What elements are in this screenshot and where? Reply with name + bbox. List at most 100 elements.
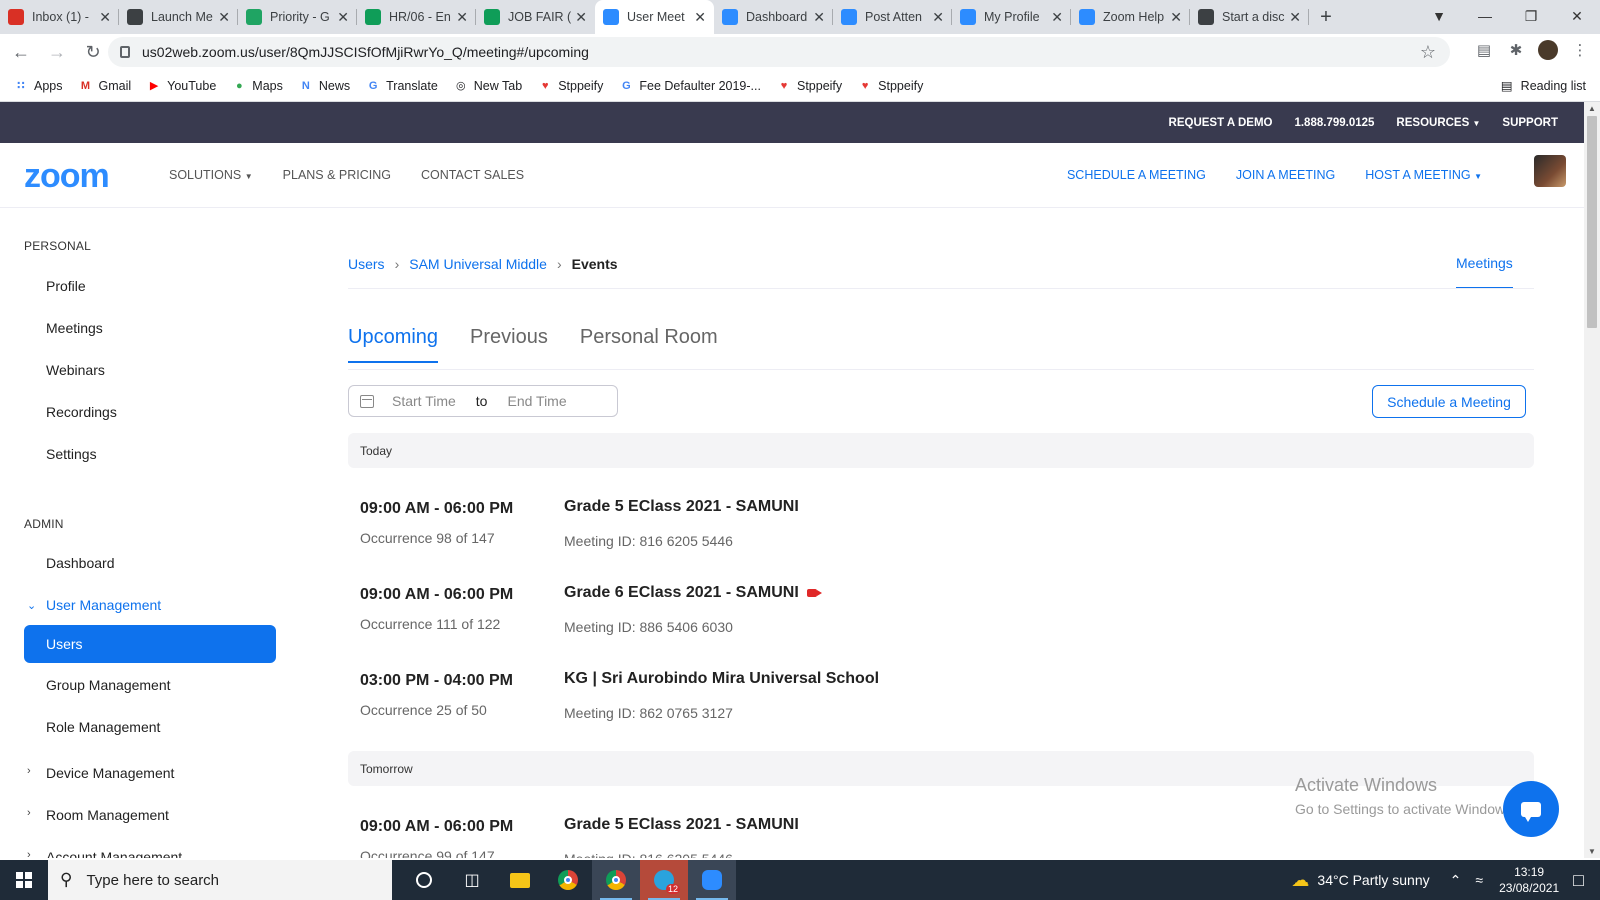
task-view-icon[interactable]: ◫ bbox=[448, 860, 496, 900]
weather-icon[interactable]: ☁ bbox=[1291, 870, 1309, 891]
zoom-app-icon[interactable] bbox=[688, 860, 736, 900]
browser-tab[interactable]: Inbox (1) - ✕ bbox=[0, 0, 119, 34]
chevron-right-icon[interactable]: › bbox=[27, 807, 31, 819]
meeting-title-link[interactable]: KG | Sri Aurobindo Mira Universal School bbox=[564, 670, 879, 688]
close-tab-icon[interactable]: ✕ bbox=[813, 9, 825, 26]
chrome-menu-icon[interactable]: ⋮ bbox=[1570, 40, 1590, 60]
schedule-meeting-link[interactable]: SCHEDULE A MEETING bbox=[1067, 168, 1206, 182]
chevron-down-icon[interactable]: ⌄ bbox=[27, 599, 36, 612]
resources-menu[interactable]: RESOURCES ▼ bbox=[1396, 117, 1480, 129]
chevron-right-icon[interactable]: › bbox=[27, 765, 31, 777]
media-icon[interactable]: ▤ bbox=[1474, 40, 1494, 60]
sidebar-item-profile[interactable]: Profile bbox=[46, 278, 86, 294]
browser-tab[interactable]: Post Atten ✕ bbox=[833, 0, 952, 34]
back-button[interactable]: ← bbox=[6, 37, 36, 67]
chrome-icon[interactable] bbox=[544, 860, 592, 900]
meeting-title-link[interactable]: Grade 6 EClass 2021 - SAMUNI bbox=[564, 584, 822, 602]
support-link[interactable]: SUPPORT bbox=[1502, 117, 1558, 129]
weather-text[interactable]: 34°C Partly sunny bbox=[1317, 872, 1429, 888]
sidebar-item-role-management[interactable]: Role Management bbox=[46, 719, 160, 735]
chevron-right-icon[interactable]: › bbox=[27, 849, 31, 858]
close-tab-icon[interactable]: ✕ bbox=[1170, 9, 1182, 26]
file-explorer-icon[interactable] bbox=[496, 860, 544, 900]
join-meeting-link[interactable]: JOIN A MEETING bbox=[1236, 168, 1335, 182]
close-tab-icon[interactable]: ✕ bbox=[456, 9, 468, 26]
bookmark-star-icon[interactable]: ☆ bbox=[1420, 42, 1436, 63]
profile-avatar[interactable] bbox=[1538, 40, 1558, 60]
close-tab-icon[interactable]: ✕ bbox=[932, 9, 944, 26]
close-tab-icon[interactable]: ✕ bbox=[694, 9, 706, 26]
taskbar-search[interactable]: ⚲ Type here to search bbox=[48, 860, 392, 900]
tab-personal-room[interactable]: Personal Room bbox=[580, 326, 718, 363]
chat-button[interactable] bbox=[1503, 781, 1559, 837]
sidebar-item-recordings[interactable]: Recordings bbox=[46, 404, 117, 420]
start-button[interactable] bbox=[0, 860, 48, 900]
address-bar[interactable]: us02web.zoom.us/user/8QmJJSCISfOfMjiRwrY… bbox=[108, 37, 1450, 67]
browser-tab[interactable]: Zoom Help ✕ bbox=[1071, 0, 1190, 34]
scroll-down-icon[interactable]: ▼ bbox=[1588, 847, 1596, 856]
chrome-active-icon[interactable] bbox=[592, 860, 640, 900]
bookmark-item[interactable]: ♥ Stppeify bbox=[538, 79, 603, 93]
close-tab-icon[interactable]: ✕ bbox=[337, 9, 349, 26]
clock[interactable]: 13:19 23/08/2021 bbox=[1499, 864, 1559, 896]
minimize-button[interactable]: — bbox=[1462, 8, 1508, 24]
sidebar-item-meetings[interactable]: Meetings bbox=[46, 320, 103, 336]
tab-previous[interactable]: Previous bbox=[470, 326, 548, 363]
tab-upcoming[interactable]: Upcoming bbox=[348, 326, 439, 363]
browser-tab[interactable]: Start a disc ✕ bbox=[1190, 0, 1309, 34]
bookmark-item[interactable]: ∷ Apps bbox=[14, 79, 62, 93]
notifications-icon[interactable]: □ bbox=[1573, 870, 1584, 891]
bookmark-item[interactable]: G Fee Defaulter 2019-... bbox=[619, 79, 761, 93]
sidebar-item-group-management[interactable]: Group Management bbox=[46, 677, 171, 693]
bookmark-item[interactable]: M Gmail bbox=[79, 79, 131, 93]
browser-tab[interactable]: JOB FAIR (✕ bbox=[476, 0, 595, 34]
bookmark-item[interactable]: ● Maps bbox=[232, 79, 283, 93]
sidebar-item-account-management[interactable]: Account Management bbox=[46, 849, 182, 858]
bookmark-item[interactable]: ◎ New Tab bbox=[454, 79, 522, 93]
browser-tab[interactable]: Launch Me ✕ bbox=[119, 0, 238, 34]
start-time-input[interactable]: Start Time bbox=[392, 393, 456, 409]
maximize-button[interactable]: ❐ bbox=[1508, 8, 1554, 25]
browser-tab[interactable]: HR/06 - En ✕ bbox=[357, 0, 476, 34]
tray-chevron-icon[interactable]: ⌃ bbox=[1450, 872, 1462, 889]
sidebar-item-users[interactable]: Users bbox=[24, 625, 276, 663]
bookmark-item[interactable]: G Translate bbox=[366, 79, 438, 93]
close-tab-icon[interactable]: ✕ bbox=[575, 9, 587, 26]
phone-link[interactable]: 1.888.799.0125 bbox=[1294, 117, 1374, 129]
forward-button[interactable]: → bbox=[42, 37, 72, 67]
sidebar-item-room-management[interactable]: Room Management bbox=[46, 807, 169, 823]
browser-tab[interactable]: User Meet ✕ bbox=[595, 0, 714, 34]
schedule-meeting-button[interactable]: Schedule a Meeting bbox=[1372, 385, 1526, 418]
telegram-icon[interactable]: 12 bbox=[640, 860, 688, 900]
breadcrumb-users[interactable]: Users bbox=[348, 256, 385, 272]
sidebar-item-settings[interactable]: Settings bbox=[46, 446, 97, 462]
browser-tab[interactable]: Priority - G ✕ bbox=[238, 0, 357, 34]
zoom-logo[interactable]: zoom bbox=[24, 157, 110, 196]
new-tab-button[interactable]: + bbox=[1309, 0, 1343, 34]
contact-sales-link[interactable]: CONTACT SALES bbox=[421, 168, 524, 182]
sidebar-item-dashboard[interactable]: Dashboard bbox=[46, 555, 115, 571]
scroll-up-icon[interactable]: ▲ bbox=[1588, 104, 1596, 113]
date-range-filter[interactable]: Start Time to End Time bbox=[348, 385, 618, 417]
reading-list[interactable]: ▤ Reading list bbox=[1501, 78, 1586, 94]
meeting-title-link[interactable]: Grade 5 EClass 2021 - SAMUNI bbox=[564, 498, 799, 516]
browser-tab[interactable]: My Profile ✕ bbox=[952, 0, 1071, 34]
close-tab-icon[interactable]: ✕ bbox=[99, 9, 111, 26]
end-time-input[interactable]: End Time bbox=[507, 393, 566, 409]
bookmark-item[interactable]: N News bbox=[299, 79, 350, 93]
page-scrollbar[interactable]: ▲ ▼ bbox=[1584, 102, 1600, 858]
close-tab-icon[interactable]: ✕ bbox=[218, 9, 230, 26]
sidebar-item-user-management[interactable]: User Management bbox=[46, 597, 161, 613]
user-avatar[interactable] bbox=[1534, 155, 1566, 187]
network-icon[interactable]: ≈ bbox=[1475, 872, 1483, 888]
host-meeting-menu[interactable]: HOST A MEETING ▼ bbox=[1365, 168, 1482, 182]
bookmark-item[interactable]: ♥ Stppeify bbox=[777, 79, 842, 93]
close-tab-icon[interactable]: ✕ bbox=[1051, 9, 1063, 26]
solutions-menu[interactable]: SOLUTIONS ▼ bbox=[169, 168, 253, 182]
reload-button[interactable]: ↻ bbox=[78, 37, 108, 67]
bookmark-item[interactable]: ▶ YouTube bbox=[147, 79, 216, 93]
browser-tab[interactable]: Dashboard ✕ bbox=[714, 0, 833, 34]
sidebar-item-webinars[interactable]: Webinars bbox=[46, 362, 105, 378]
scroll-thumb[interactable] bbox=[1587, 116, 1597, 328]
bookmark-item[interactable]: ♥ Stppeify bbox=[858, 79, 923, 93]
